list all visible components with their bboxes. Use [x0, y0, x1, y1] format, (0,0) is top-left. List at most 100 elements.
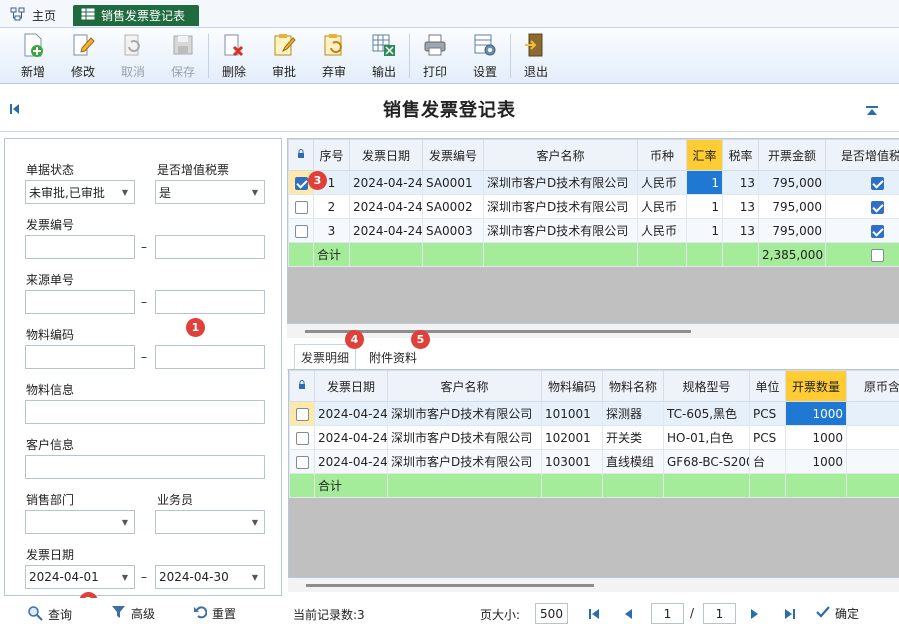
- material-code-from-input[interactable]: [25, 345, 135, 369]
- date-from-picker[interactable]: 2024-04-01 ▼: [25, 565, 135, 589]
- export-button[interactable]: 输出: [359, 28, 409, 84]
- scrollbar-thumb[interactable]: [305, 330, 691, 333]
- column-header[interactable]: 客户名称: [387, 370, 542, 402]
- current-page-input[interactable]: 1: [651, 603, 684, 624]
- column-header[interactable]: 汇率: [686, 139, 723, 171]
- table-row[interactable]: 2 2024-04-24 SA0002 深圳市客户D技术有限公司 人民币 1 1…: [288, 194, 899, 219]
- save-button[interactable]: 保存: [158, 28, 208, 84]
- checkbox[interactable]: [294, 224, 308, 238]
- checkbox[interactable]: [294, 200, 308, 214]
- print-button[interactable]: 打印: [410, 28, 460, 84]
- cell-selected[interactable]: 1000: [785, 401, 847, 426]
- advanced-label: 高级: [131, 607, 156, 621]
- column-header[interactable]: 是否增值税票: [825, 139, 899, 171]
- range-separator: –: [141, 350, 147, 364]
- material-code-label: 物料编码: [26, 328, 75, 342]
- row-checkbox[interactable]: [289, 425, 315, 450]
- master-hscrollbar[interactable]: [287, 324, 899, 338]
- column-header[interactable]: 币种: [637, 139, 687, 171]
- vat-checkbox-cell[interactable]: [825, 194, 899, 219]
- cancel-button[interactable]: 取消: [108, 28, 158, 84]
- checkbox[interactable]: [295, 431, 309, 445]
- detail-hscrollbar[interactable]: [288, 578, 899, 592]
- status-select-value: 未审批,已审批: [29, 185, 105, 200]
- delete-button[interactable]: 删除: [209, 28, 259, 84]
- checkbox[interactable]: [294, 176, 308, 190]
- column-header[interactable]: 物料名称: [602, 370, 664, 402]
- material-info-input[interactable]: [25, 400, 265, 424]
- badge-marker: 3: [308, 171, 327, 190]
- exit-button[interactable]: 退出: [511, 28, 561, 84]
- row-checkbox[interactable]: [289, 449, 315, 474]
- checkbox[interactable]: [870, 200, 884, 214]
- table-row[interactable]: 2024-04-24 深圳市客户D技术有限公司 101001 探测器 TC-60…: [289, 401, 899, 426]
- salesperson-select[interactable]: ▼: [155, 510, 265, 534]
- first-page-icon[interactable]: [588, 608, 600, 623]
- add-button[interactable]: 新增: [8, 28, 58, 84]
- checkbox[interactable]: [295, 407, 309, 421]
- column-header[interactable]: 原币含税: [846, 370, 899, 402]
- tab-sales-invoice[interactable]: 销售发票登记表: [73, 5, 199, 26]
- vat-checkbox-cell[interactable]: [825, 218, 899, 243]
- checkbox[interactable]: [870, 248, 884, 262]
- vat-select[interactable]: 是 ▼: [155, 180, 265, 204]
- column-header[interactable]: 开票数量: [785, 370, 847, 402]
- settings-button[interactable]: 设置: [460, 28, 510, 84]
- cell: 人民币: [637, 194, 687, 219]
- tab-attachments[interactable]: 附件资料: [362, 344, 424, 370]
- sales-dept-select[interactable]: ▼: [25, 510, 135, 534]
- invoice-no-from-input[interactable]: [25, 235, 135, 259]
- total-checkbox-cell[interactable]: [825, 242, 899, 267]
- tab-home[interactable]: 主页: [10, 5, 56, 25]
- table-row[interactable]: 3 2024-04-24 SA0003 深圳市客户D技术有限公司 人民币 1 1…: [288, 218, 899, 243]
- column-header[interactable]: 税率: [722, 139, 759, 171]
- cell-selected[interactable]: 1: [686, 170, 723, 195]
- row-checkbox[interactable]: [289, 401, 315, 426]
- scrollbar-thumb[interactable]: [306, 584, 594, 587]
- collapse-top-icon[interactable]: [865, 105, 879, 120]
- checkbox[interactable]: [295, 455, 309, 469]
- invoice-no-to-input[interactable]: [155, 235, 265, 259]
- cell: 直线模组: [602, 449, 664, 474]
- column-header[interactable]: 发票编号: [422, 139, 484, 171]
- checkbox[interactable]: [870, 176, 884, 190]
- vat-checkbox-cell[interactable]: [825, 170, 899, 195]
- row-checkbox[interactable]: [288, 218, 314, 243]
- row-checkbox[interactable]: [288, 194, 314, 219]
- source-no-from-input[interactable]: [25, 290, 135, 314]
- unapprove-button[interactable]: 弃审: [309, 28, 359, 84]
- cell: [846, 449, 899, 474]
- column-header[interactable]: 发票日期: [349, 139, 423, 171]
- column-header[interactable]: 序号: [313, 139, 350, 171]
- table-row[interactable]: 2024-04-24 深圳市客户D技术有限公司 102001 开关类 HO-01…: [289, 425, 899, 450]
- date-to-picker[interactable]: 2024-04-30 ▼: [155, 565, 265, 589]
- edit-button[interactable]: 修改: [58, 28, 108, 84]
- customer-info-input[interactable]: [25, 455, 265, 479]
- source-no-to-input[interactable]: [155, 290, 265, 314]
- table-row[interactable]: 1 2024-04-24 SA0001 深圳市客户D技术有限公司 人民币 1 1…: [288, 170, 899, 195]
- last-page-icon[interactable]: [784, 608, 796, 623]
- table-row[interactable]: 2024-04-24 深圳市客户D技术有限公司 103001 直线模组 GF68…: [289, 449, 899, 474]
- checkbox[interactable]: [870, 224, 884, 238]
- chevron-down-icon: ▼: [251, 187, 259, 197]
- tab-invoice-detail[interactable]: 发票明细: [294, 344, 356, 370]
- advanced-button[interactable]: 高级: [111, 605, 155, 622]
- next-page-icon[interactable]: [750, 608, 759, 623]
- column-header[interactable]: 客户名称: [483, 139, 638, 171]
- column-header[interactable]: 物料编码: [541, 370, 603, 402]
- query-button[interactable]: 查询: [27, 605, 72, 624]
- column-header[interactable]: 开票金额: [758, 139, 826, 171]
- reset-button[interactable]: 重置: [193, 605, 236, 622]
- prev-page-icon[interactable]: [624, 608, 633, 623]
- column-header[interactable]: 发票日期: [314, 370, 388, 402]
- status-select[interactable]: 未审批,已审批 ▼: [25, 180, 135, 204]
- cell: 102001: [541, 425, 603, 450]
- approve-button[interactable]: 审批: [259, 28, 309, 84]
- confirm-button[interactable]: 确定: [816, 605, 859, 622]
- record-count: 当前记录数:3: [293, 608, 365, 622]
- column-header[interactable]: 单位: [749, 370, 786, 402]
- column-header[interactable]: 规格型号: [663, 370, 750, 402]
- material-code-to-input[interactable]: [155, 345, 265, 369]
- badge-marker: 5: [411, 330, 430, 349]
- page-size-input[interactable]: 500: [535, 603, 568, 624]
